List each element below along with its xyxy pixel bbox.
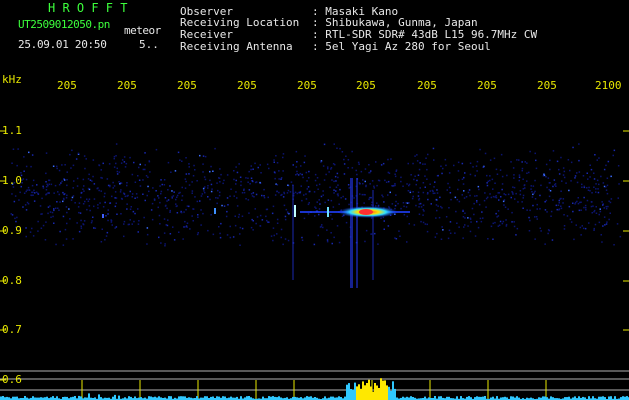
x-tick-label: 205 — [297, 79, 317, 92]
app-title: H R O F F T — [48, 1, 128, 15]
y-tick-label: 1.1 — [2, 124, 22, 137]
spectrogram — [0, 130, 629, 400]
reference-lines — [0, 370, 629, 391]
axis-unit: kHz — [2, 73, 22, 86]
x-tick-label: 205 — [177, 79, 197, 92]
y-tick-label: 0.7 — [2, 323, 22, 336]
y-tick-marks — [0, 130, 629, 381]
file-suffix: 5.. — [139, 38, 159, 51]
y-tick-label: 0.6 — [2, 373, 22, 386]
x-tick-label: 205 — [356, 79, 376, 92]
info-value-receiver: : RTL-SDR SDR# 43dB L15 96.7MHz CW — [312, 28, 538, 41]
file-type: meteor — [124, 24, 161, 37]
signal-level-trace — [0, 378, 629, 400]
y-tick-label: 0.9 — [2, 224, 22, 237]
timestamp: 25.09.01 20:50 — [18, 38, 107, 51]
info-value-antenna: : 5el Yagi Az 280 for Seoul — [312, 40, 491, 53]
hrofft-window: { "app": { "name": "H R O F F T" }, "fil… — [0, 0, 629, 400]
x-tick-label: 2100 — [595, 79, 622, 92]
info-label-antenna: Receiving Antenna — [180, 40, 293, 53]
x-tick-label: 205 — [117, 79, 137, 92]
x-tick-label: 205 — [57, 79, 77, 92]
noise-field — [10, 143, 622, 247]
x-tick-label: 205 — [537, 79, 557, 92]
info-label-receiver: Receiver — [180, 28, 233, 41]
x-tick-label: 205 — [417, 79, 437, 92]
info-value-location: : Shibukawa, Gunma, Japan — [312, 16, 478, 29]
y-tick-label: 1.0 — [2, 174, 22, 187]
x-tick-label: 205 — [477, 79, 497, 92]
file-name: UT2509012050.pn — [18, 18, 110, 31]
x-tick-label: 205 — [237, 79, 257, 92]
y-tick-label: 0.8 — [2, 274, 22, 287]
info-label-location: Receiving Location — [180, 16, 300, 29]
